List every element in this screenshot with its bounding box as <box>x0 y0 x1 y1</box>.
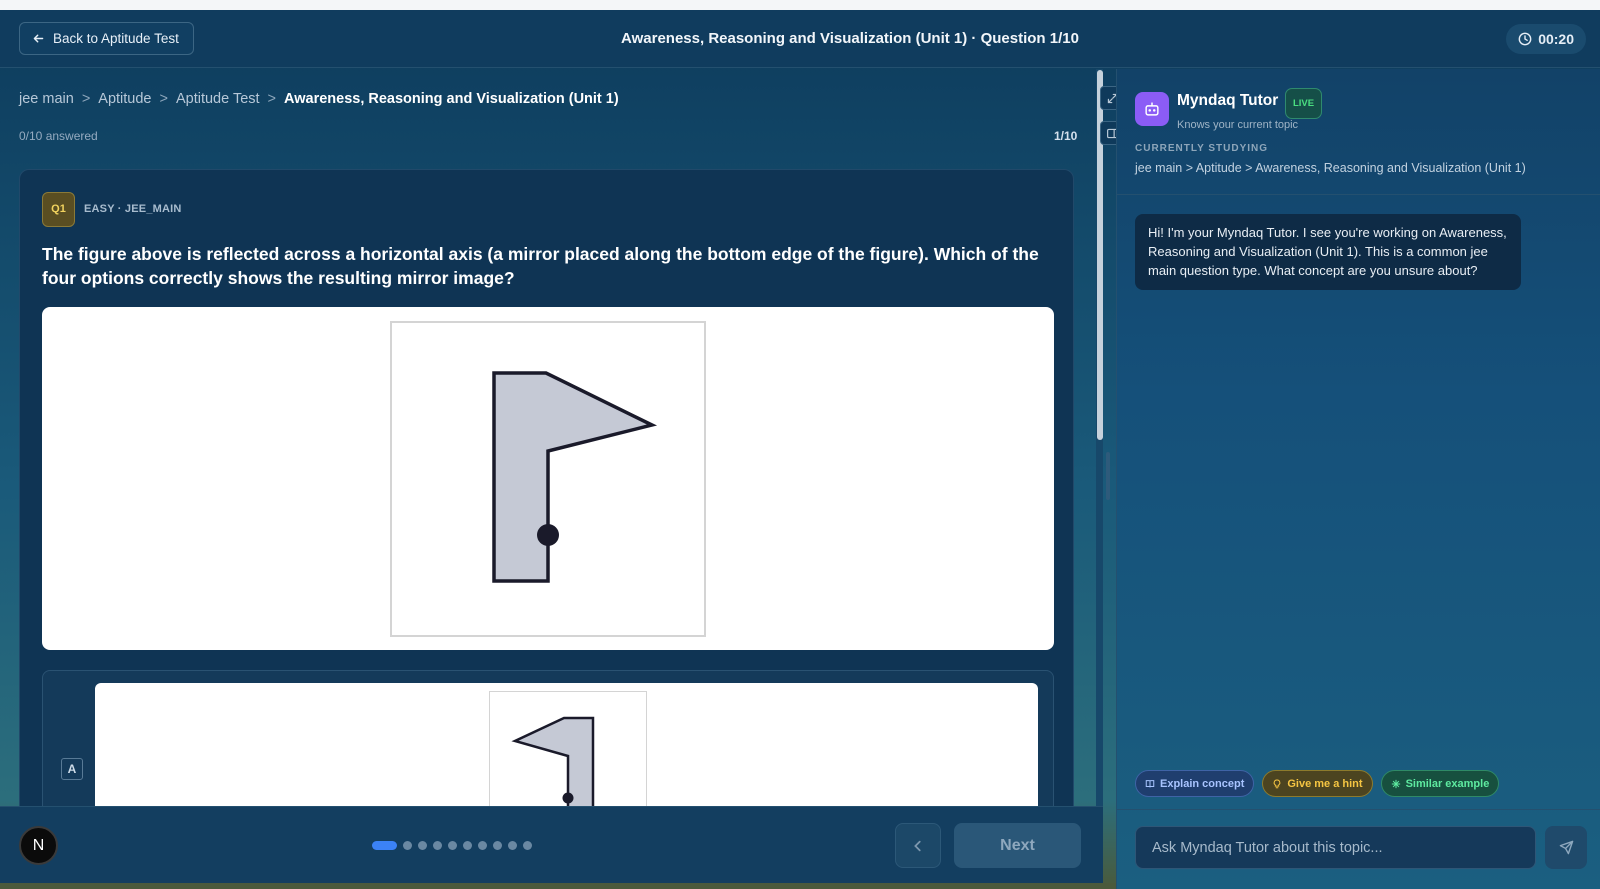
explain-concept-chip[interactable]: Explain concept <box>1135 770 1255 797</box>
user-avatar[interactable]: N <box>19 826 58 865</box>
breadcrumb-separator: > <box>159 91 168 107</box>
back-to-test-button[interactable]: Back to Aptitude Test <box>19 22 194 55</box>
pagination-dot[interactable] <box>523 841 532 850</box>
breadcrumb-item-aptitude[interactable]: Aptitude <box>98 91 151 107</box>
tutor-panel: Myndaq Tutor LIVE Knows your current top… <box>1116 69 1600 889</box>
pane-resize-handle[interactable] <box>1106 452 1110 500</box>
previous-button[interactable] <box>895 823 941 868</box>
figure-frame <box>390 321 706 637</box>
option-a-frame <box>489 691 647 806</box>
pagination-dot[interactable] <box>403 841 412 850</box>
similar-example-label: Similar example <box>1405 777 1490 790</box>
pagination-dot[interactable] <box>433 841 442 850</box>
question-figure <box>42 307 1054 650</box>
tutor-name: Myndaq Tutor <box>1177 92 1279 109</box>
breadcrumb: jee main > Aptitude > Aptitude Test > Aw… <box>19 91 619 107</box>
pagination-dot[interactable] <box>448 841 457 850</box>
tutor-message: Hi! I'm your Myndaq Tutor. I see you're … <box>1135 214 1521 290</box>
chevron-left-icon <box>914 840 921 852</box>
pagination-dot-active[interactable] <box>372 841 397 850</box>
chat-input-bar <box>1117 809 1600 889</box>
question-card: Q1 EASY · JEE_MAIN The figure above is r… <box>19 169 1074 806</box>
question-pagination-dots <box>372 841 532 850</box>
tutor-header: Myndaq Tutor LIVE Knows your current top… <box>1117 69 1600 195</box>
clock-icon <box>1518 32 1532 46</box>
currently-studying-label: CURRENTLY STUDYING <box>1135 143 1269 154</box>
question-pane: jee main > Aptitude > Aptitude Test > Aw… <box>0 69 1103 806</box>
next-button[interactable]: Next <box>954 823 1081 868</box>
timer-badge: 00:20 <box>1506 24 1586 54</box>
send-button[interactable] <box>1545 826 1587 869</box>
breadcrumb-separator: > <box>267 91 277 107</box>
explain-concept-label: Explain concept <box>1160 777 1245 790</box>
breadcrumb-item-aptitude-test[interactable]: Aptitude Test <box>176 91 260 107</box>
currently-studying-path: jee main > Aptitude > Awareness, Reasoni… <box>1135 161 1526 175</box>
book-icon <box>1145 779 1155 787</box>
option-a-figure <box>95 683 1038 806</box>
suggestion-chips: Explain concept Give me a hint Similar e… <box>1135 770 1500 797</box>
tutor-subtitle: Knows your current topic <box>1177 119 1299 131</box>
similar-example-chip[interactable]: Similar example <box>1380 770 1500 797</box>
pagination-dot[interactable] <box>493 841 502 850</box>
question-meta: EASY · JEE_MAIN <box>84 203 182 215</box>
flag-figure <box>492 371 658 583</box>
option-a-flag <box>511 716 595 806</box>
breadcrumb-item-jee-main[interactable]: jee main <box>19 91 74 107</box>
tutor-chat-input[interactable] <box>1135 826 1536 869</box>
back-button-label: Back to Aptitude Test <box>53 31 179 46</box>
top-header: Back to Aptitude Test Awareness, Reasoni… <box>0 10 1600 68</box>
pagination-dot[interactable] <box>418 841 427 850</box>
arrow-left-icon <box>33 34 44 43</box>
breadcrumb-separator: > <box>81 91 91 107</box>
answered-count: 0/10 answered <box>19 129 98 143</box>
question-footer: N Next <box>0 806 1103 883</box>
option-a-card[interactable]: A <box>42 670 1054 806</box>
question-counter: 1/10 <box>1054 129 1078 143</box>
page-title: Awareness, Reasoning and Visualization (… <box>621 30 1079 47</box>
background-strip <box>0 883 1116 889</box>
option-letter: A <box>61 758 83 780</box>
bot-icon <box>1135 92 1169 126</box>
question-number-badge: Q1 <box>42 192 75 227</box>
give-hint-label: Give me a hint <box>1287 777 1363 790</box>
pagination-dot[interactable] <box>508 841 517 850</box>
live-badge: LIVE <box>1285 88 1322 119</box>
pagination-dot[interactable] <box>463 841 472 850</box>
timer-value: 00:20 <box>1538 31 1574 47</box>
breadcrumb-item-current: Awareness, Reasoning and Visualization (… <box>284 91 619 107</box>
give-hint-chip[interactable]: Give me a hint <box>1262 770 1373 797</box>
browser-top-strip <box>0 0 1600 10</box>
question-text: The figure above is reflected across a h… <box>42 244 1039 288</box>
sparkle-icon <box>1391 779 1400 788</box>
lightbulb-icon <box>1274 779 1281 788</box>
send-icon <box>1559 840 1573 855</box>
pagination-dot[interactable] <box>478 841 487 850</box>
